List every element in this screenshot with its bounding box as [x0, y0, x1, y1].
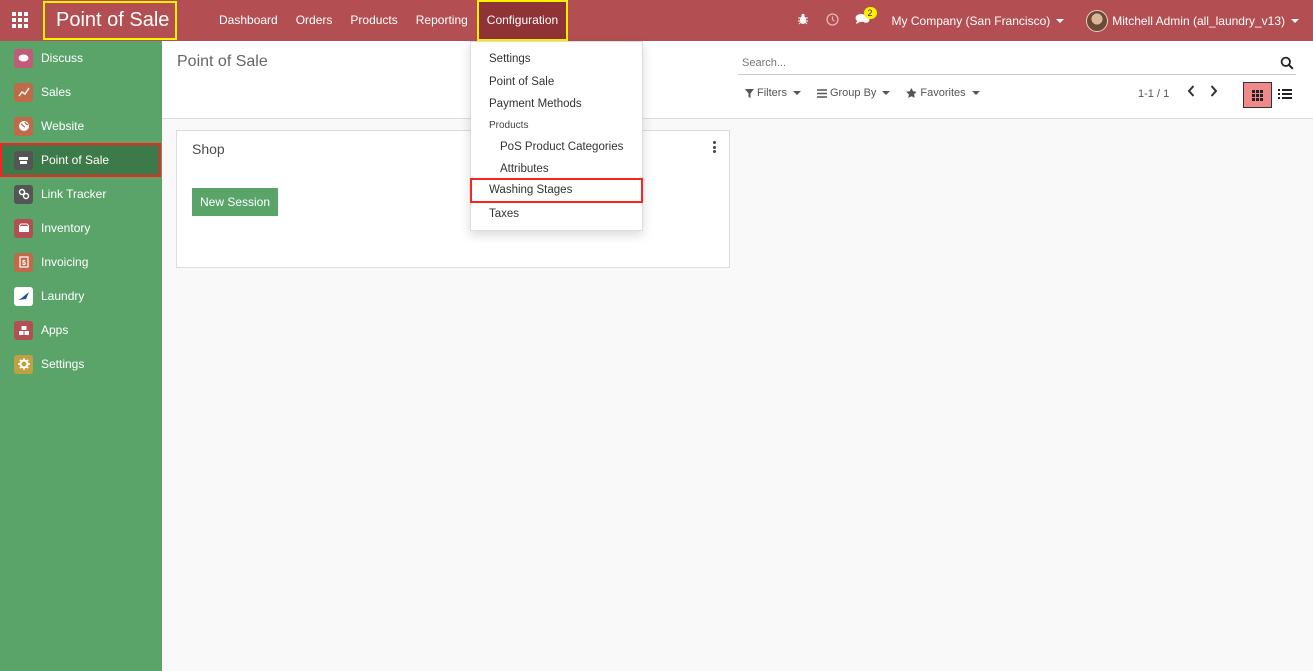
invoice-icon: $	[14, 252, 33, 272]
messages-chat-icon[interactable]: 2	[848, 7, 878, 28]
sidebar-item-label: Discuss	[41, 51, 84, 65]
dropdown-item-payment-methods[interactable]: Payment Methods	[471, 93, 642, 115]
avatar	[1086, 9, 1109, 32]
sidebar-item-label: Link Tracker	[41, 187, 107, 201]
laundry-icon	[14, 286, 33, 306]
card-options-icon[interactable]	[713, 141, 717, 153]
dropdown-item-pos-product-categories[interactable]: PoS Product Categories	[471, 136, 642, 158]
filter-funnel-icon	[745, 88, 754, 98]
kanban-view-icon[interactable]	[1243, 82, 1272, 108]
group-by-label: Group By	[829, 87, 877, 99]
card-title: Shop	[192, 141, 225, 157]
dropdown-item-taxes[interactable]: Taxes	[471, 203, 642, 225]
sidebar-item-sales[interactable]: Sales	[0, 75, 162, 109]
search-options: Filters Group By Favorites	[745, 87, 996, 99]
filters-label: Filters	[757, 87, 787, 99]
filters-dropdown[interactable]: Filters	[745, 87, 801, 99]
pager-previous-icon[interactable]	[1184, 85, 1198, 101]
discuss-icon	[14, 48, 33, 68]
systray: 2 My Company (San Francisco) Mitchell Ad…	[788, 0, 1313, 41]
sidebar-item-point-of-sale[interactable]: Point of Sale	[0, 143, 161, 177]
sidebar-item-label: Sales	[41, 85, 72, 99]
menu-orders[interactable]: Orders	[287, 0, 342, 41]
sidebar-item-label: Invoicing	[41, 255, 89, 269]
kanban-card-shop: Shop New Session	[176, 130, 730, 268]
sales-chart-icon	[14, 82, 33, 102]
sidebar-item-label: Website	[41, 119, 85, 133]
dropdown-item-washing-stages[interactable]: Washing Stages	[470, 178, 643, 203]
menu-configuration[interactable]: Configuration	[476, 0, 569, 41]
sidebar-item-label: Inventory	[41, 221, 91, 235]
new-session-button[interactable]: New Session	[192, 188, 278, 216]
globe-icon	[14, 116, 33, 136]
page-title: Point of Sale	[177, 53, 268, 70]
apps-menu-icon[interactable]	[10, 11, 30, 29]
sidebar-item-link-tracker[interactable]: Link Tracker	[0, 177, 162, 211]
app-brand-title[interactable]: Point of Sale	[43, 1, 177, 40]
main-menu: Dashboard Orders Products Reporting Conf…	[210, 0, 569, 41]
group-list-icon	[816, 88, 827, 98]
sidebar-item-inventory[interactable]: Inventory	[0, 211, 162, 245]
favorites-dropdown[interactable]: Favorites	[906, 87, 980, 99]
company-name: My Company (San Francisco)	[891, 13, 1051, 28]
company-switcher[interactable]: My Company (San Francisco)	[892, 14, 1065, 28]
link-icon	[14, 184, 33, 204]
configuration-dropdown: Settings Point of Sale Payment Methods P…	[470, 41, 643, 231]
dropdown-item-point-of-sale[interactable]: Point of Sale	[471, 71, 642, 93]
control-panel: Point of Sale Filters Group By Favorites…	[162, 41, 1313, 119]
menu-dashboard[interactable]: Dashboard	[210, 0, 287, 41]
debug-bug-icon[interactable]	[788, 13, 818, 28]
user-name: Mitchell Admin (all_laundry_v13)	[1112, 13, 1285, 28]
menu-reporting[interactable]: Reporting	[407, 0, 477, 41]
pager-value[interactable]: 1-1 / 1	[1138, 88, 1169, 100]
dropdown-item-attributes[interactable]: Attributes	[471, 158, 642, 180]
sidebar-item-apps[interactable]: Apps	[0, 313, 162, 347]
chevron-down-icon	[792, 91, 801, 95]
svg-text:$: $	[22, 260, 26, 267]
menu-products[interactable]: Products	[341, 0, 406, 41]
message-count-badge: 2	[863, 7, 877, 19]
sidebar-item-laundry[interactable]: Laundry	[0, 279, 162, 313]
star-icon	[906, 88, 918, 98]
apps-cubes-icon	[14, 320, 33, 340]
pager-next-icon[interactable]	[1207, 85, 1221, 101]
sidebar-item-label: Point of Sale	[41, 153, 110, 167]
sidebar-item-website[interactable]: Website	[0, 109, 162, 143]
dropdown-item-settings[interactable]: Settings	[471, 48, 642, 70]
sidebar-item-label: Settings	[41, 357, 85, 371]
group-by-dropdown[interactable]: Group By	[816, 87, 891, 99]
chevron-down-icon	[1056, 19, 1065, 24]
sidebar-item-settings[interactable]: Settings	[0, 347, 162, 381]
gear-icon	[14, 354, 33, 374]
sidebar-item-discuss[interactable]: Discuss	[0, 41, 162, 75]
store-icon	[14, 150, 33, 170]
app-sidebar: Discuss Sales Website Point of Sale Link…	[0, 41, 162, 671]
chevron-down-icon	[971, 91, 980, 95]
top-navbar: Point of Sale Dashboard Orders Products …	[0, 0, 1313, 41]
box-icon	[14, 218, 33, 238]
dropdown-header-products: Products	[489, 120, 529, 131]
chevron-down-icon	[882, 91, 891, 95]
favorites-label: Favorites	[920, 87, 966, 99]
user-menu[interactable]: Mitchell Admin (all_laundry_v13)	[1086, 9, 1299, 32]
chevron-down-icon	[1291, 18, 1299, 23]
sidebar-item-label: Laundry	[41, 289, 85, 303]
search-icon[interactable]	[1280, 56, 1294, 70]
list-view-icon[interactable]	[1278, 87, 1292, 101]
search-bar	[738, 53, 1296, 75]
search-input[interactable]	[738, 53, 1258, 73]
sidebar-item-invoicing[interactable]: $ Invoicing	[0, 245, 162, 279]
activity-clock-icon[interactable]	[818, 12, 848, 29]
sidebar-item-label: Apps	[41, 323, 69, 337]
